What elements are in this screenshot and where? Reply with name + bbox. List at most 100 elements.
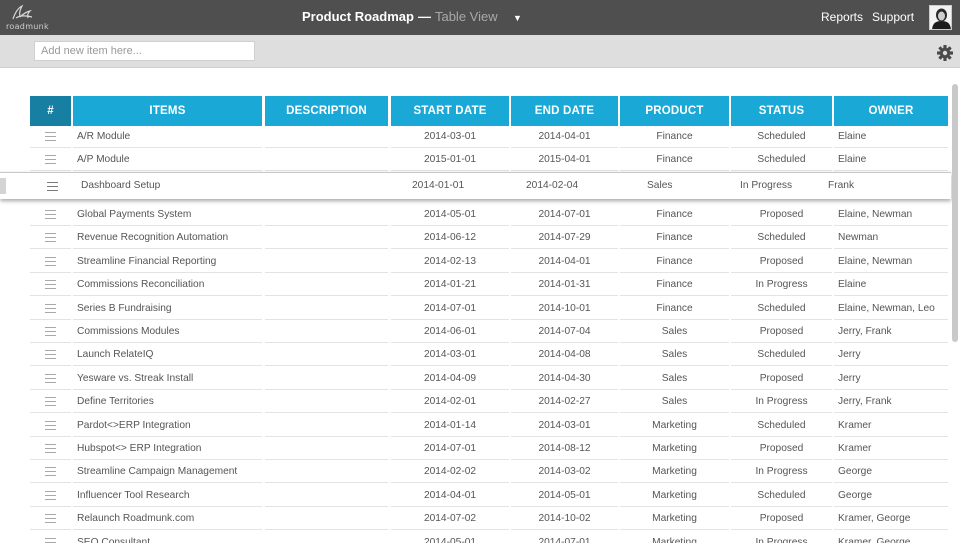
- table-row[interactable]: Commissions Modules 2014-06-01 2014-07-0…: [0, 320, 960, 343]
- drag-handle-icon[interactable]: [30, 367, 71, 390]
- start-date-cell[interactable]: 2014-03-01: [391, 343, 509, 367]
- status-cell[interactable]: Proposed: [731, 437, 832, 460]
- table-row[interactable]: Pardot<>ERP Integration 2014-01-14 2014-…: [0, 414, 960, 437]
- drag-handle-icon[interactable]: [30, 343, 71, 367]
- item-cell[interactable]: Dashboard Setup: [81, 173, 160, 199]
- product-cell[interactable]: Finance: [620, 125, 729, 148]
- product-cell[interactable]: Marketing: [620, 437, 729, 460]
- item-cell[interactable]: Streamline Financial Reporting: [73, 250, 262, 273]
- owner-cell[interactable]: Elaine, Newman: [834, 250, 948, 273]
- column-header-description[interactable]: DESCRIPTION: [265, 96, 388, 126]
- end-date-cell[interactable]: 2014-05-01: [511, 484, 618, 507]
- drag-handle-icon[interactable]: [30, 250, 71, 273]
- item-cell[interactable]: Launch RelateIQ: [73, 343, 262, 367]
- end-date-cell[interactable]: 2014-01-31: [511, 273, 618, 297]
- item-cell[interactable]: Commissions Reconciliation: [73, 273, 262, 297]
- table-row[interactable]: Series B Fundraising 2014-07-01 2014-10-…: [0, 297, 960, 320]
- description-cell[interactable]: [265, 125, 388, 148]
- description-cell[interactable]: [265, 297, 388, 320]
- drag-handle-icon[interactable]: [30, 297, 71, 320]
- column-header-end-date[interactable]: END DATE: [511, 96, 618, 126]
- drag-handle-icon[interactable]: [30, 531, 71, 543]
- end-date-cell[interactable]: 2014-07-29: [511, 226, 618, 250]
- description-cell[interactable]: [265, 343, 388, 367]
- end-date-cell[interactable]: 2014-08-12: [511, 437, 618, 460]
- owner-cell[interactable]: Frank: [828, 173, 854, 199]
- owner-cell[interactable]: Elaine: [834, 125, 948, 148]
- item-cell[interactable]: SEO Consultant: [73, 531, 262, 543]
- description-cell[interactable]: [265, 273, 388, 297]
- product-cell[interactable]: Sales: [620, 367, 729, 390]
- start-date-cell[interactable]: 2014-07-01: [391, 297, 509, 320]
- description-cell[interactable]: [265, 460, 388, 484]
- table-row[interactable]: Relaunch Roadmunk.com 2014-07-02 2014-10…: [0, 507, 960, 531]
- owner-cell[interactable]: Kramer, George: [834, 507, 948, 531]
- view-switcher[interactable]: Product Roadmap — Table View ▼: [302, 9, 522, 27]
- end-date-cell[interactable]: 2014-02-04: [526, 173, 578, 199]
- start-date-cell[interactable]: 2014-05-01: [391, 203, 509, 226]
- end-date-cell[interactable]: 2014-02-27: [511, 390, 618, 414]
- owner-cell[interactable]: Kramer: [834, 437, 948, 460]
- product-cell[interactable]: Finance: [620, 203, 729, 226]
- status-cell[interactable]: In Progress: [731, 390, 832, 414]
- add-item-input[interactable]: [34, 41, 255, 61]
- status-cell[interactable]: Scheduled: [731, 343, 832, 367]
- item-cell[interactable]: Relaunch Roadmunk.com: [73, 507, 262, 531]
- product-cell[interactable]: Sales: [620, 320, 729, 343]
- owner-cell[interactable]: Jerry: [834, 343, 948, 367]
- drag-handle-icon[interactable]: [30, 437, 71, 460]
- drag-handle-icon[interactable]: [30, 203, 71, 226]
- end-date-cell[interactable]: 2015-04-01: [511, 148, 618, 172]
- status-cell[interactable]: Proposed: [731, 507, 832, 531]
- status-cell[interactable]: Proposed: [731, 250, 832, 273]
- start-date-cell[interactable]: 2014-04-09: [391, 367, 509, 390]
- column-header-number[interactable]: #: [30, 96, 71, 126]
- description-cell[interactable]: [265, 226, 388, 250]
- description-cell[interactable]: [265, 507, 388, 531]
- drag-handle-icon[interactable]: [30, 414, 71, 437]
- owner-cell[interactable]: Elaine: [834, 148, 948, 172]
- owner-cell[interactable]: George: [834, 484, 948, 507]
- table-row[interactable]: Define Territories 2014-02-01 2014-02-27…: [0, 390, 960, 414]
- column-header-status[interactable]: STATUS: [731, 96, 832, 126]
- start-date-cell[interactable]: 2014-05-01: [391, 531, 509, 543]
- owner-cell[interactable]: George: [834, 460, 948, 484]
- product-cell[interactable]: Finance: [620, 226, 729, 250]
- row-drag-grip[interactable]: [0, 178, 6, 194]
- item-cell[interactable]: Global Payments System: [73, 203, 262, 226]
- status-cell[interactable]: In Progress: [731, 460, 832, 484]
- column-header-start-date[interactable]: START DATE: [391, 96, 509, 126]
- item-cell[interactable]: Yesware vs. Streak Install: [73, 367, 262, 390]
- end-date-cell[interactable]: 2014-10-01: [511, 297, 618, 320]
- description-cell[interactable]: [265, 437, 388, 460]
- product-cell[interactable]: Marketing: [620, 507, 729, 531]
- table-row[interactable]: Global Payments System 2014-05-01 2014-0…: [0, 203, 960, 226]
- drag-handle-icon[interactable]: [30, 484, 71, 507]
- item-cell[interactable]: Define Territories: [73, 390, 262, 414]
- status-cell[interactable]: Scheduled: [731, 125, 832, 148]
- table-row[interactable]: Influencer Tool Research 2014-04-01 2014…: [0, 484, 960, 507]
- status-cell[interactable]: Scheduled: [731, 226, 832, 250]
- end-date-cell[interactable]: 2014-04-01: [511, 250, 618, 273]
- item-cell[interactable]: Influencer Tool Research: [73, 484, 262, 507]
- table-row[interactable]: Streamline Financial Reporting 2014-02-1…: [0, 250, 960, 273]
- status-cell[interactable]: In Progress: [740, 173, 792, 199]
- table-row[interactable]: Yesware vs. Streak Install 2014-04-09 20…: [0, 367, 960, 390]
- product-cell[interactable]: Finance: [620, 297, 729, 320]
- table-row[interactable]: Commissions Reconciliation 2014-01-21 20…: [0, 273, 960, 297]
- owner-cell[interactable]: Kramer: [834, 414, 948, 437]
- end-date-cell[interactable]: 2014-04-08: [511, 343, 618, 367]
- start-date-cell[interactable]: 2014-01-14: [391, 414, 509, 437]
- product-cell[interactable]: Sales: [620, 390, 729, 414]
- end-date-cell[interactable]: 2014-07-01: [511, 531, 618, 543]
- start-date-cell[interactable]: 2014-02-02: [391, 460, 509, 484]
- start-date-cell[interactable]: 2014-03-01: [391, 125, 509, 148]
- item-cell[interactable]: Revenue Recognition Automation: [73, 226, 262, 250]
- dragged-table-row[interactable]: Dashboard Setup 2014-01-01 2014-02-04 Sa…: [0, 172, 951, 199]
- description-cell[interactable]: [265, 484, 388, 507]
- drag-handle-icon[interactable]: [30, 148, 71, 172]
- description-cell[interactable]: [265, 414, 388, 437]
- start-date-cell[interactable]: 2014-07-02: [391, 507, 509, 531]
- product-cell[interactable]: Marketing: [620, 460, 729, 484]
- item-cell[interactable]: Commissions Modules: [73, 320, 262, 343]
